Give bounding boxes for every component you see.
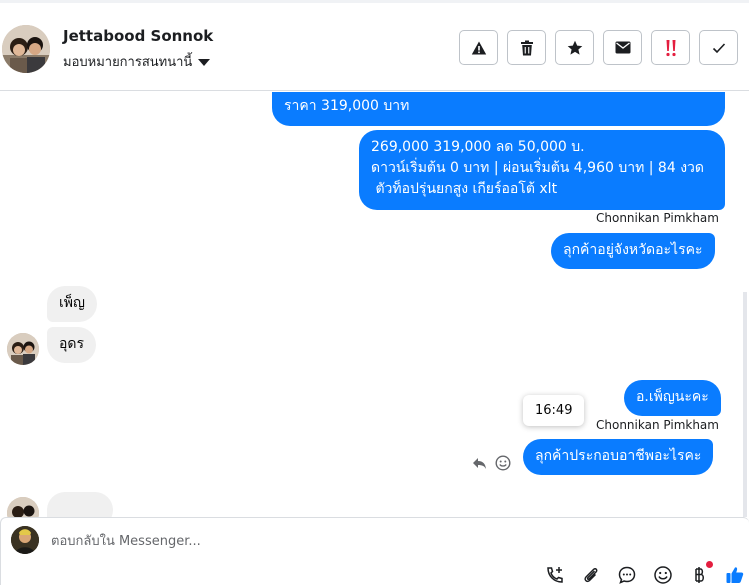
message-text: อ.เพ็ญนะคะ [636, 389, 709, 405]
trash-icon [520, 40, 533, 55]
reply-composer [0, 517, 749, 585]
message-text: 269,000 319,000 ลด 50,000 บ. [371, 139, 585, 155]
paperclip-icon[interactable] [581, 565, 601, 585]
message-text: ราคา 319,000 บาท [284, 98, 410, 114]
sender-name: Chonnikan Pimkham [596, 418, 719, 432]
notification-dot [706, 561, 713, 568]
sender-name: Chonnikan Pimkham [596, 211, 719, 225]
reply-input[interactable] [51, 528, 711, 554]
envelope-icon [615, 41, 630, 54]
add-call-icon[interactable] [545, 565, 565, 585]
header-actions [459, 30, 738, 65]
contact-avatar-small[interactable] [7, 497, 39, 517]
message-text: ลุกค้าอยู่จังหวัดอะไรคะ [563, 242, 703, 258]
delete-button[interactable] [507, 30, 546, 65]
composer-tools [545, 561, 745, 585]
mark-unread-button[interactable] [603, 30, 642, 65]
mark-done-button[interactable] [699, 30, 738, 65]
outgoing-message[interactable]: ลุกค้าประกอบอาชีพอะไรคะ [523, 439, 714, 475]
message-text: เพ็ญ [59, 295, 85, 311]
star-icon [567, 40, 582, 55]
baht-payment-icon[interactable] [689, 561, 713, 585]
outgoing-message[interactable]: ราคา 319,000 บาท [272, 92, 725, 126]
react-emoji-icon[interactable] [495, 455, 511, 471]
assign-conversation-dropdown[interactable]: มอบหมายการสนทนานี้ [63, 51, 211, 72]
message-text: ตัวท็อปรุ่นยกสูง เกียร์ออโต้ xlt [371, 181, 558, 197]
double-exclamation-icon [665, 39, 676, 56]
spam-button[interactable] [459, 30, 498, 65]
incoming-message[interactable] [47, 492, 113, 517]
warning-icon [471, 41, 486, 54]
incoming-message[interactable]: เพ็ญ [47, 286, 97, 322]
message-text: ลุกค้าประกอบอาชีพอะไรคะ [535, 448, 702, 464]
reply-icon[interactable] [472, 457, 487, 470]
check-icon [712, 42, 725, 53]
page-avatar [11, 526, 39, 554]
message-text: ดาวน์เริ่มต้น 0 บาท | ผ่อนเริ่มต้น 4,960… [371, 160, 704, 176]
incoming-message[interactable]: อุดร [47, 327, 97, 363]
message-text: อุดร [59, 336, 85, 352]
thumbs-up-icon[interactable] [725, 565, 745, 585]
outgoing-message[interactable]: อ.เพ็ญนะคะ [624, 380, 721, 416]
message-thread: ราคา 319,000 บาท 269,000 319,000 ลด 50,0… [0, 92, 749, 517]
timestamp-tooltip: 16:49 [523, 395, 585, 426]
star-button[interactable] [555, 30, 594, 65]
mark-important-button[interactable] [651, 30, 690, 65]
assign-label: มอบหมายการสนทนานี้ [63, 55, 193, 70]
thread-scrollbar[interactable] [743, 292, 747, 517]
contact-avatar-small[interactable] [7, 333, 39, 365]
emoji-icon[interactable] [653, 565, 673, 585]
message-hover-actions [472, 455, 511, 471]
saved-reply-icon[interactable] [617, 565, 637, 585]
conversation-header: Jettabood Sonnok มอบหมายการสนทนานี้ [0, 3, 749, 91]
caret-down-icon [198, 58, 211, 66]
outgoing-message[interactable]: ลุกค้าอยู่จังหวัดอะไรคะ [551, 233, 715, 269]
contact-avatar[interactable] [2, 25, 50, 73]
outgoing-message[interactable]: 269,000 319,000 ลด 50,000 บ. ดาวน์เริ่มต… [359, 130, 725, 210]
contact-name[interactable]: Jettabood Sonnok [63, 27, 213, 45]
